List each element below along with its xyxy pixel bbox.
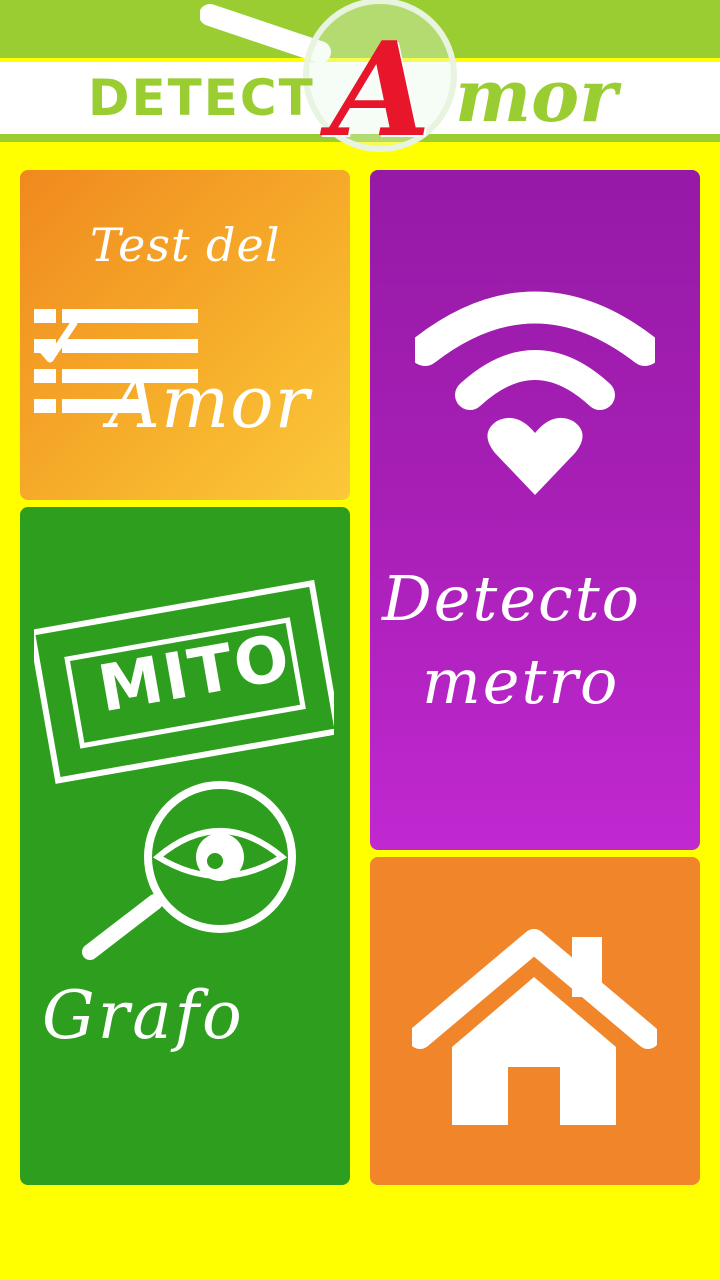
test-del-label: Test del <box>90 218 281 272</box>
home-icon <box>412 929 657 1125</box>
mitografo-tile[interactable]: MITO Grafo <box>20 507 350 1185</box>
amor-label: Amor <box>108 360 311 444</box>
eye-magnifier-icon <box>82 781 296 960</box>
logo-detect-text: DETECT <box>88 69 315 127</box>
detecto-label: Detecto <box>382 562 641 635</box>
logo-letter-a: A <box>330 13 431 166</box>
home-tile[interactable] <box>370 857 700 1185</box>
test-del-amor-tile[interactable]: Test del Amor <box>20 170 350 500</box>
wifi-heart-icon <box>415 291 655 495</box>
grafo-label: Grafo <box>42 977 245 1054</box>
logo-mor-text: mor <box>455 53 618 138</box>
metro-label: metro <box>422 645 620 718</box>
detectometro-tile[interactable]: Detecto metro <box>370 170 700 850</box>
